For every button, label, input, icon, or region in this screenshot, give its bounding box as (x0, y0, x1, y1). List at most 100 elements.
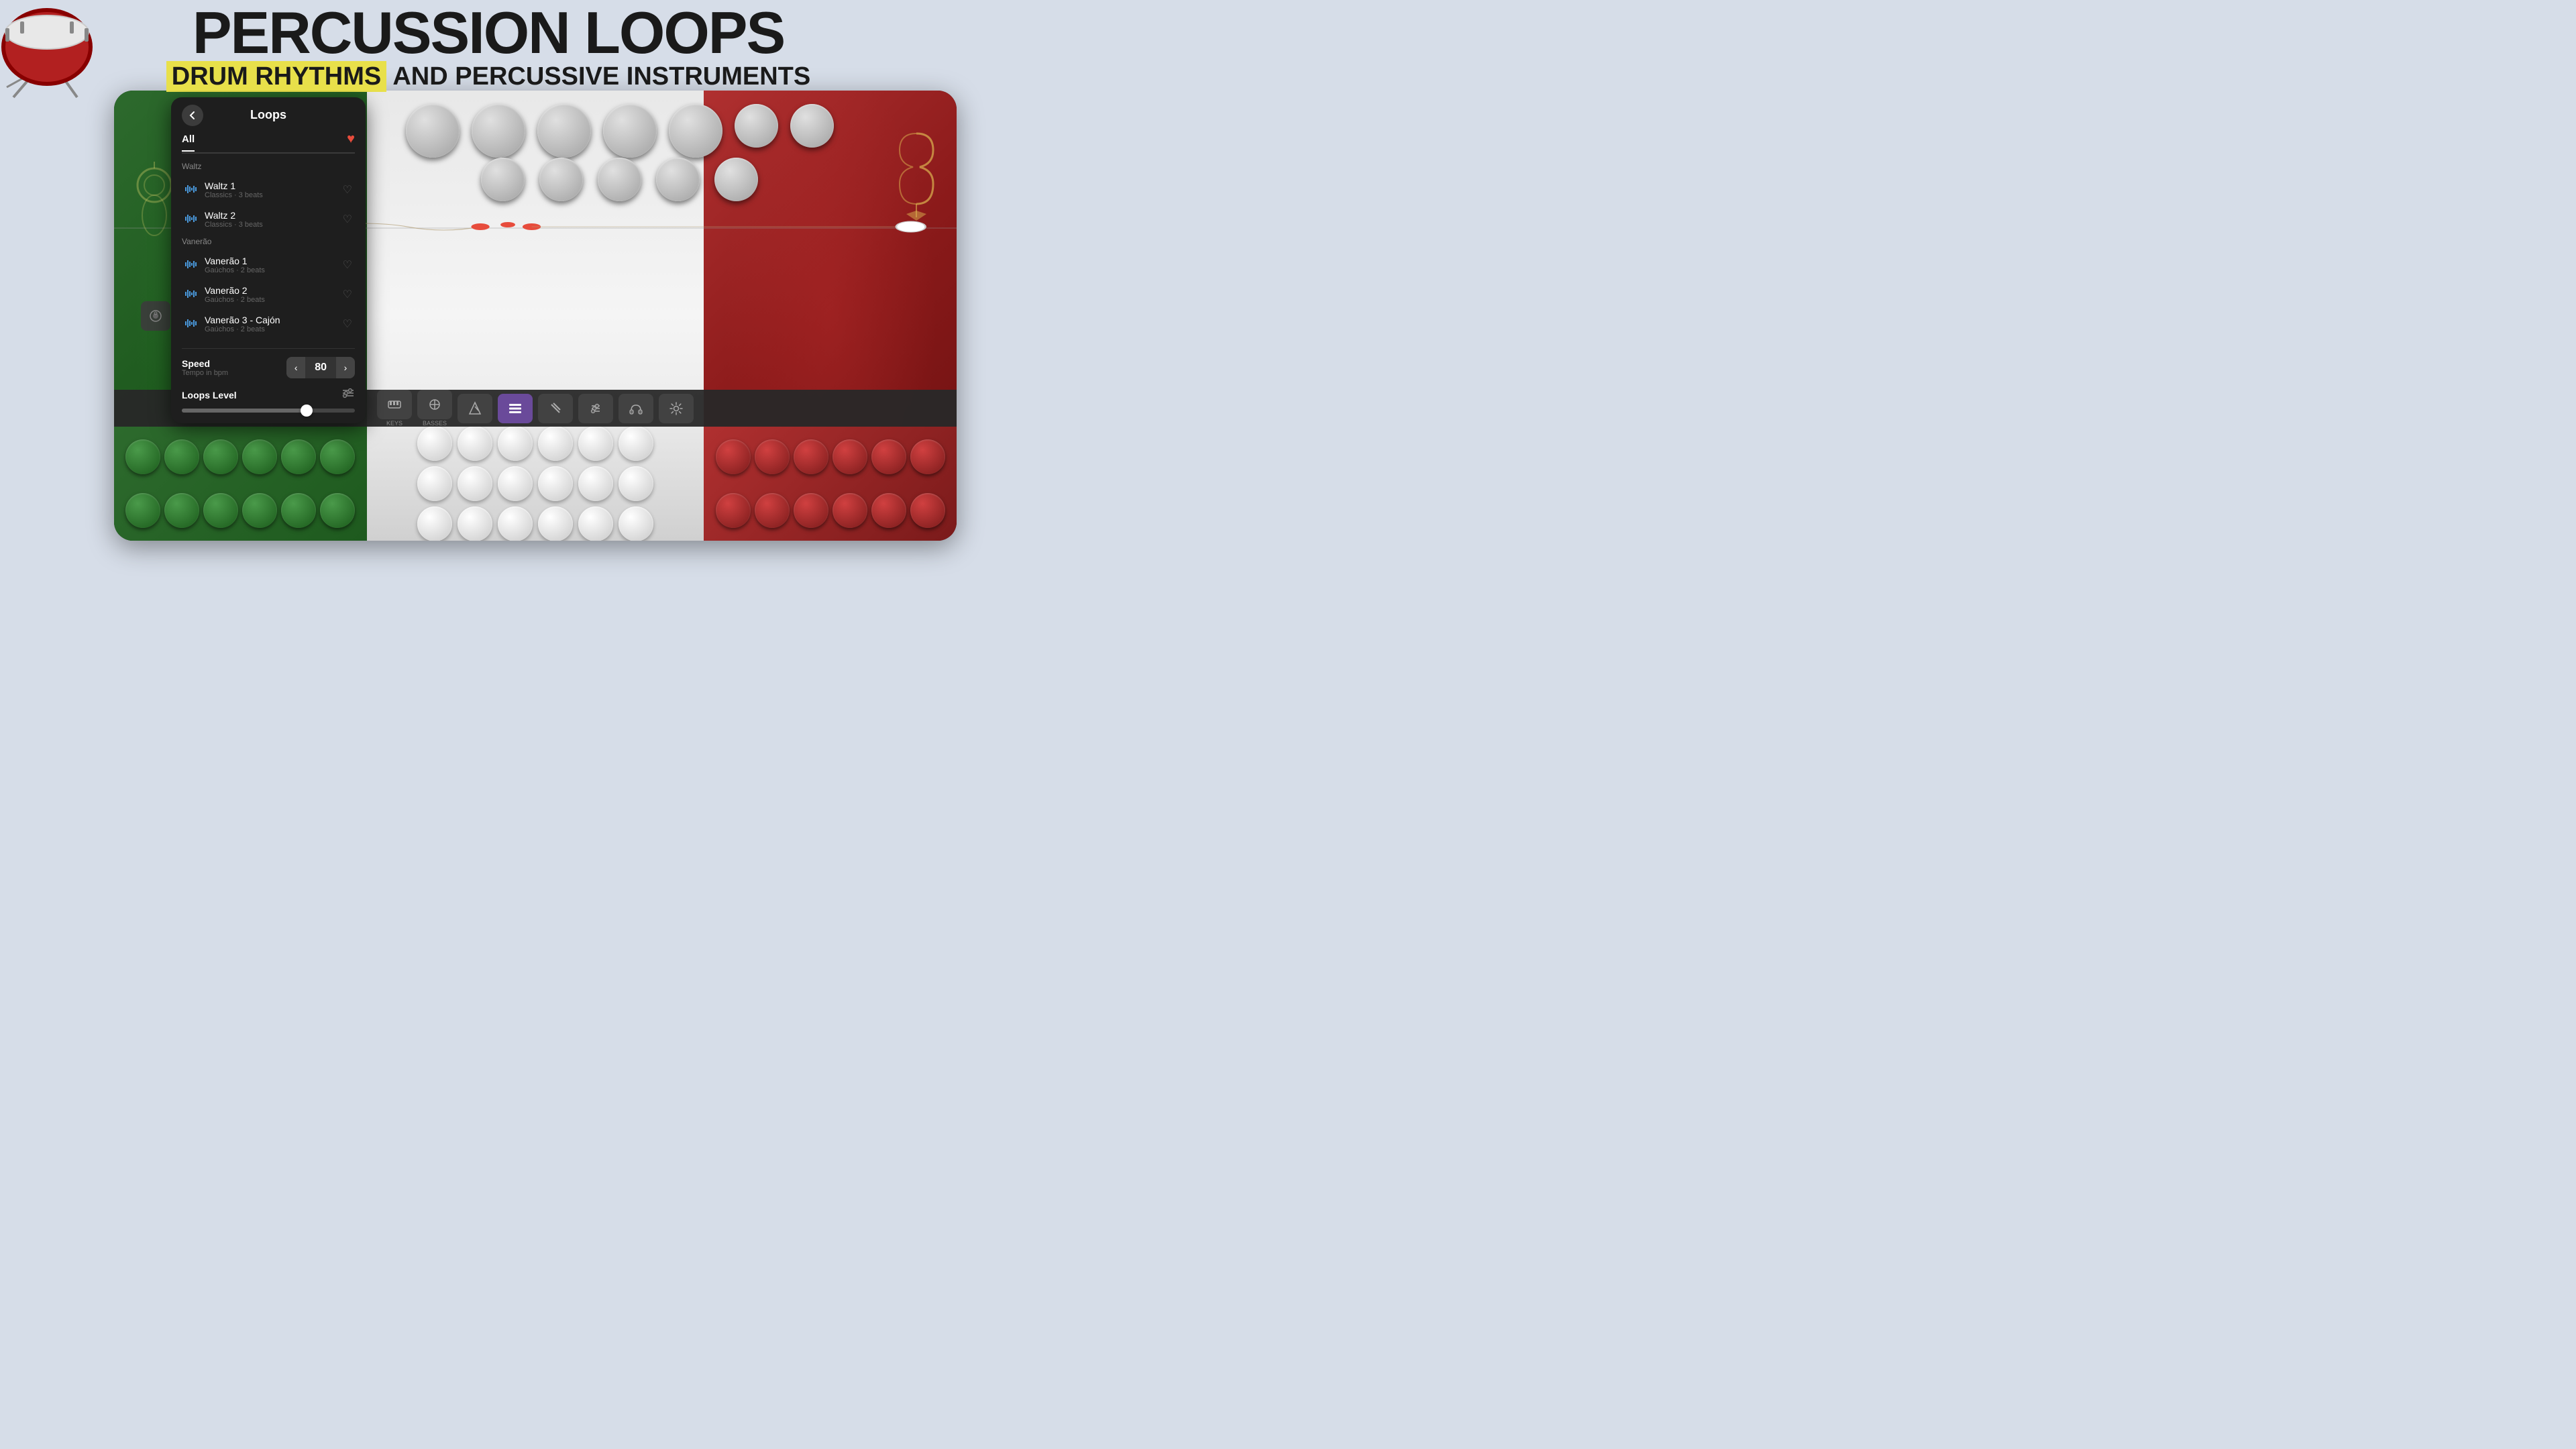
green-btn-10[interactable] (242, 493, 277, 528)
red-btn-2[interactable] (755, 439, 790, 474)
knob-4[interactable] (603, 104, 657, 158)
knob-5[interactable] (669, 104, 722, 158)
loop-heart-vanerao1[interactable]: ♡ (343, 258, 352, 272)
knob-mid-1[interactable] (481, 158, 525, 201)
green-btn-6[interactable] (320, 439, 355, 474)
speed-label-wrap: Speed Tempo in bpm (182, 358, 228, 377)
back-button[interactable] (182, 105, 203, 126)
tabs-row: All ♥ (182, 131, 355, 154)
loop-heart-waltz1[interactable]: ♡ (343, 183, 352, 197)
white-btn-12[interactable] (619, 466, 653, 501)
toolbar-mixer-btn[interactable] (578, 394, 613, 423)
loop-item-vanerao3[interactable]: Vanerão 3 - Cajón Gaúchos · 2 beats ♡ (182, 309, 355, 339)
red-btn-5[interactable] (871, 439, 906, 474)
toolbar-record-btn[interactable] (538, 394, 573, 423)
red-btn-9[interactable] (794, 493, 828, 528)
red-buttons (704, 427, 957, 541)
buttons-area (114, 427, 957, 541)
drum-image (0, 0, 101, 101)
page-subtitle: DRUM RHYTHMS AND PERCUSSIVE INSTRUMENTS (166, 62, 810, 91)
green-btn-1[interactable] (125, 439, 160, 474)
toolbar-basses-btn[interactable] (417, 390, 452, 419)
speed-increase-btn[interactable]: › (336, 357, 355, 378)
white-btn-13[interactable] (417, 506, 452, 541)
loop-item-waltz1[interactable]: Waltz 1 Classics · 3 beats ♡ (182, 175, 355, 205)
red-btn-8[interactable] (755, 493, 790, 528)
loop-name-waltz2: Waltz 2 (205, 210, 343, 221)
loop-info-waltz1: Waltz 1 Classics · 3 beats (205, 180, 343, 199)
knob-2[interactable] (472, 104, 525, 158)
green-btn-7[interactable] (125, 493, 160, 528)
white-btn-18[interactable] (619, 506, 653, 541)
red-btn-3[interactable] (794, 439, 828, 474)
red-btn-11[interactable] (871, 493, 906, 528)
panel-header: Loops (182, 108, 355, 122)
knob-mid-5[interactable] (714, 158, 758, 201)
speed-decrease-btn[interactable]: ‹ (286, 357, 305, 378)
white-btn-2[interactable] (458, 426, 492, 461)
loop-heart-vanerao3[interactable]: ♡ (343, 317, 352, 331)
speed-control: ‹ 80 › (286, 357, 355, 378)
white-btn-3[interactable] (498, 426, 533, 461)
green-btn-12[interactable] (320, 493, 355, 528)
white-btn-15[interactable] (498, 506, 533, 541)
favorites-heart[interactable]: ♥ (347, 131, 355, 147)
green-btn-3[interactable] (203, 439, 238, 474)
toolbar-keys-btn[interactable] (377, 390, 412, 419)
white-btn-6[interactable] (619, 426, 653, 461)
green-btn-4[interactable] (242, 439, 277, 474)
loop-item-vanerao2[interactable]: Vanerão 2 Gaúchos · 2 beats ♡ (182, 280, 355, 309)
white-btn-4[interactable] (538, 426, 573, 461)
white-btn-1[interactable] (417, 426, 452, 461)
toolbar-loops-btn[interactable] (498, 394, 533, 423)
toolbar-keys-label: KEYS (386, 421, 402, 427)
toolbar-metronome-btn[interactable] (458, 394, 492, 423)
white-btn-7[interactable] (417, 466, 452, 501)
green-btn-11[interactable] (281, 493, 316, 528)
trigger-button[interactable] (141, 301, 170, 331)
loop-item-waltz2[interactable]: Waltz 2 Classics · 3 beats ♡ (182, 205, 355, 234)
waveform-icon-waltz1 (184, 184, 198, 197)
white-btn-8[interactable] (458, 466, 492, 501)
red-btn-7[interactable] (716, 493, 751, 528)
slider-thumb[interactable] (301, 405, 313, 417)
level-section: Loops Level (182, 386, 355, 413)
waveform-icon-vanerao2 (184, 288, 198, 301)
loop-heart-waltz2[interactable]: ♡ (343, 213, 352, 226)
toolbar-basses-label: BASSES (423, 421, 447, 427)
red-btn-12[interactable] (910, 493, 945, 528)
green-btn-8[interactable] (164, 493, 199, 528)
loops-level-slider[interactable] (182, 409, 355, 413)
red-btn-1[interactable] (716, 439, 751, 474)
white-row-1 (417, 426, 653, 461)
knobs-row-2 (350, 158, 890, 201)
loop-item-vanerao1[interactable]: Vanerão 1 Gaúchos · 2 beats ♡ (182, 250, 355, 280)
knob-3[interactable] (537, 104, 591, 158)
knob-6[interactable] (735, 104, 778, 148)
loops-panel: Loops All ♥ Waltz Waltz 1 Classics · 3 b… (171, 97, 366, 423)
toolbar-headphones-btn[interactable] (619, 394, 653, 423)
red-btn-4[interactable] (833, 439, 867, 474)
white-btn-11[interactable] (578, 466, 613, 501)
green-btn-9[interactable] (203, 493, 238, 528)
white-btn-14[interactable] (458, 506, 492, 541)
knob-7[interactable] (790, 104, 834, 148)
green-btn-5[interactable] (281, 439, 316, 474)
tab-all[interactable]: All (182, 133, 195, 152)
green-btn-2[interactable] (164, 439, 199, 474)
knob-mid-3[interactable] (598, 158, 641, 201)
red-btn-10[interactable] (833, 493, 867, 528)
loop-heart-vanerao2[interactable]: ♡ (343, 288, 352, 301)
level-header: Loops Level (182, 386, 355, 403)
white-btn-16[interactable] (538, 506, 573, 541)
knob-1[interactable] (406, 104, 460, 158)
white-btn-17[interactable] (578, 506, 613, 541)
loop-name-vanerao2: Vanerão 2 (205, 285, 343, 296)
toolbar-settings-btn[interactable] (659, 394, 694, 423)
red-btn-6[interactable] (910, 439, 945, 474)
white-btn-10[interactable] (538, 466, 573, 501)
knob-mid-4[interactable] (656, 158, 700, 201)
knob-mid-2[interactable] (539, 158, 583, 201)
white-btn-9[interactable] (498, 466, 533, 501)
white-btn-5[interactable] (578, 426, 613, 461)
